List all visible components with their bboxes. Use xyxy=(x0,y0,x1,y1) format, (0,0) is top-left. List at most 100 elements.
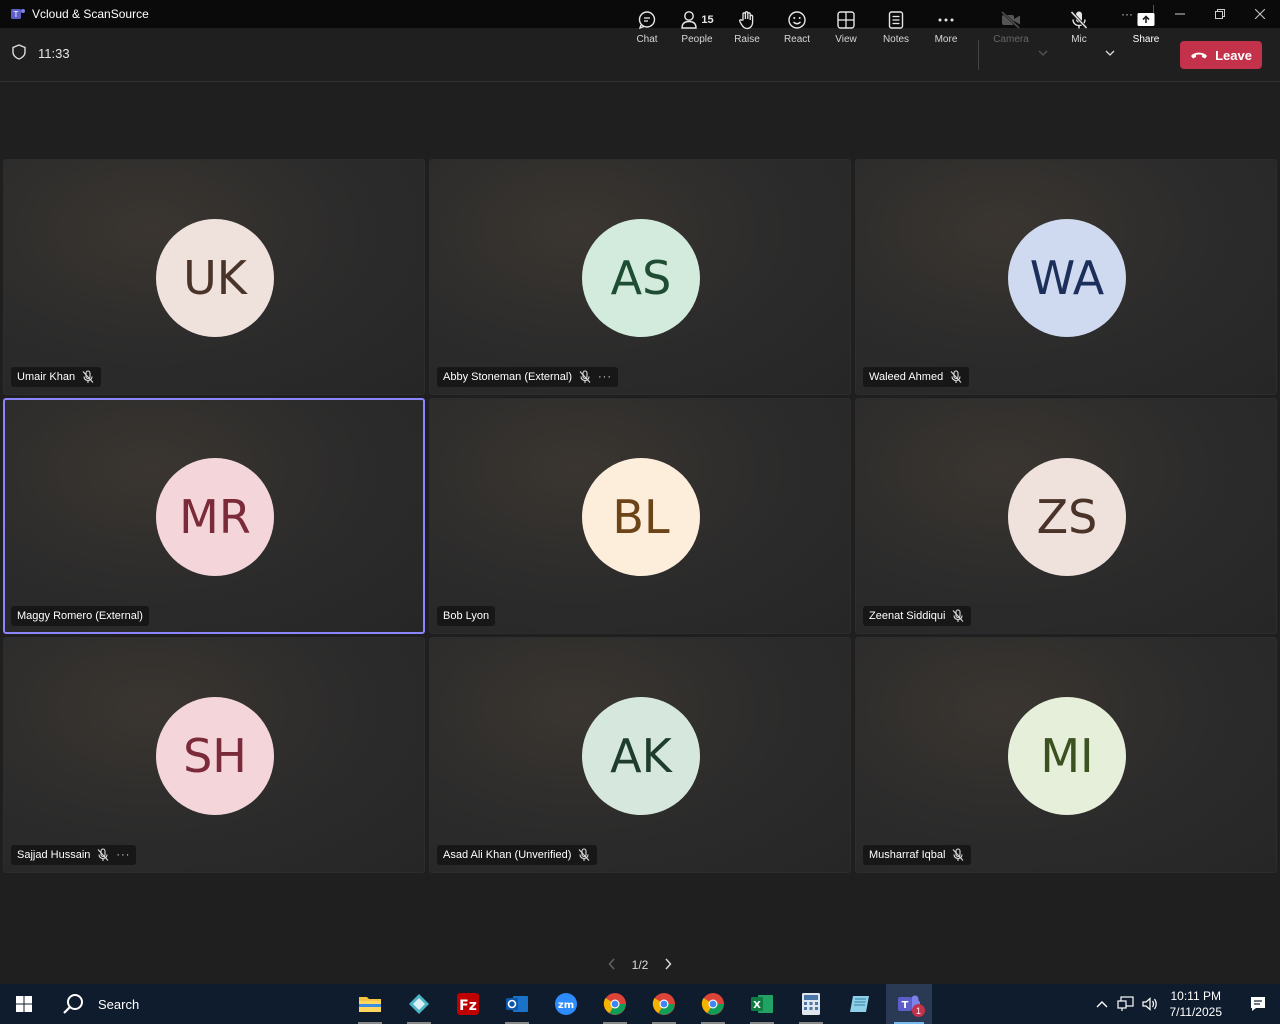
avatar: MI xyxy=(1008,697,1126,815)
chrome-icon[interactable] xyxy=(592,984,638,1024)
raise-label: Raise xyxy=(734,34,760,45)
nameplate: Bob Lyon xyxy=(437,606,496,626)
next-page-chevron-icon[interactable] xyxy=(664,958,672,973)
clock-date: 7/11/2025 xyxy=(1169,1005,1223,1019)
chat-button[interactable]: Chat xyxy=(622,8,672,45)
chevron-up-icon[interactable] xyxy=(1090,1000,1114,1008)
share-screen-icon xyxy=(1136,8,1156,32)
camera-options-chevron-icon[interactable] xyxy=(1036,46,1050,60)
participant-name: Umair Khan xyxy=(17,371,76,383)
people-icon-wrap: 15 xyxy=(680,8,714,32)
teams-app-icon: T xyxy=(10,6,26,22)
participant-more-icon[interactable]: ··· xyxy=(116,849,130,861)
participant-tile[interactable]: UK Umair Khan xyxy=(3,159,425,395)
share-button[interactable]: Share xyxy=(1121,8,1171,45)
start-button[interactable] xyxy=(0,984,48,1024)
mic-muted-icon xyxy=(949,370,963,384)
nameplate: Umair Khan xyxy=(11,367,102,387)
chrome-icon[interactable] xyxy=(641,984,687,1024)
people-button[interactable]: 15 People xyxy=(672,8,722,45)
avatar: SH xyxy=(156,697,274,815)
mic-muted-icon xyxy=(951,848,965,862)
close-button[interactable] xyxy=(1240,0,1280,28)
participant-more-icon[interactable]: ··· xyxy=(598,371,612,383)
previous-page-chevron-icon[interactable] xyxy=(608,958,616,973)
restore-button[interactable] xyxy=(1200,0,1240,28)
svg-text:X: X xyxy=(753,1000,761,1011)
participant-name: Maggy Romero (External) xyxy=(17,610,143,622)
calculator-icon[interactable] xyxy=(788,984,834,1024)
speaker-icon[interactable] xyxy=(1138,996,1162,1012)
gallery-pager: 1/2 xyxy=(608,955,672,975)
leave-button[interactable]: Leave xyxy=(1180,41,1262,69)
mic-muted-icon xyxy=(578,370,592,384)
participant-tile[interactable]: MI Musharraf Iqbal xyxy=(855,637,1277,873)
participant-tile[interactable]: BL Bob Lyon xyxy=(429,398,851,634)
nameplate: Maggy Romero (External) xyxy=(11,606,149,626)
search-label: Search xyxy=(98,996,140,1012)
more-dots-icon xyxy=(936,8,956,32)
participant-tile[interactable]: AK Asad Ali Khan (Unverified) xyxy=(429,637,851,873)
notification-badge: 1 xyxy=(912,1004,925,1017)
svg-text:T: T xyxy=(13,10,19,19)
people-icon xyxy=(681,11,698,29)
view-label: View xyxy=(835,34,857,45)
mic-muted-icon xyxy=(951,609,965,623)
camera-off-icon xyxy=(1000,8,1022,32)
taskbar-clock[interactable]: 10:11 PM 7/11/2025 xyxy=(1170,988,1223,1020)
avatar: AS xyxy=(582,219,700,337)
participant-tile-active-speaker[interactable]: MR Maggy Romero (External) xyxy=(3,398,425,634)
svg-text:T: T xyxy=(902,1000,909,1011)
system-tray: 10:11 PM 7/11/2025 xyxy=(1090,984,1280,1024)
avatar: UK xyxy=(156,219,274,337)
participant-name: Sajjad Hussain xyxy=(17,849,91,861)
view-button[interactable]: View xyxy=(821,8,871,45)
shield-icon xyxy=(12,44,26,63)
avatar: ZS xyxy=(1008,458,1126,576)
more-label: More xyxy=(934,34,958,45)
participant-name: Musharraf Iqbal xyxy=(869,849,946,861)
avatar: WA xyxy=(1008,219,1126,337)
more-button[interactable]: More xyxy=(921,8,971,45)
notepad-icon[interactable] xyxy=(837,984,883,1024)
mic-muted-icon xyxy=(577,848,591,862)
notes-icon xyxy=(887,8,905,32)
participant-name: Waleed Ahmed xyxy=(869,371,944,383)
participant-tile[interactable]: ZS Zeenat Siddiqui xyxy=(855,398,1277,634)
participant-tile[interactable]: AS Abby Stoneman (External) ··· xyxy=(429,159,851,395)
taskbar-search[interactable]: Search xyxy=(62,993,139,1015)
nameplate: Zeenat Siddiqui xyxy=(863,606,972,626)
mic-button[interactable]: Mic xyxy=(1054,8,1104,45)
windows-logo-icon xyxy=(16,996,32,1012)
nameplate: Asad Ali Khan (Unverified) xyxy=(437,845,598,865)
mic-muted-icon xyxy=(81,370,95,384)
react-label: React xyxy=(783,34,811,45)
chat-icon xyxy=(637,8,657,32)
filezilla-icon[interactable]: Fz xyxy=(445,984,491,1024)
network-icon[interactable] xyxy=(1114,996,1138,1012)
zoom-icon[interactable]: zm xyxy=(543,984,589,1024)
page-indicator: 1/2 xyxy=(631,958,649,972)
excel-icon[interactable]: X xyxy=(739,984,785,1024)
react-button[interactable]: React xyxy=(772,8,822,45)
avatar: BL xyxy=(582,458,700,576)
participant-name: Abby Stoneman (External) xyxy=(443,371,573,383)
teams-taskbar-icon[interactable]: T 1 xyxy=(886,984,932,1024)
raise-button[interactable]: Raise xyxy=(722,8,772,45)
participant-name: Zeenat Siddiqui xyxy=(869,610,946,622)
chrome-icon[interactable] xyxy=(690,984,736,1024)
notes-label: Notes xyxy=(882,34,910,45)
outlook-icon[interactable] xyxy=(494,984,540,1024)
participant-name: Bob Lyon xyxy=(443,610,490,622)
mic-options-chevron-icon[interactable] xyxy=(1103,46,1117,60)
nameplate: Musharraf Iqbal xyxy=(863,845,972,865)
notifications-icon[interactable] xyxy=(1236,995,1280,1013)
participant-tile[interactable]: SH Sajjad Hussain ··· xyxy=(3,637,425,873)
app-diamond-icon[interactable] xyxy=(396,984,442,1024)
camera-button[interactable]: Camera xyxy=(986,8,1036,45)
windows-taskbar: Search Fz zm X T 1 10:11 PM 7/11/2025 xyxy=(0,984,1280,1024)
participant-tile[interactable]: WA Waleed Ahmed xyxy=(855,159,1277,395)
nameplate: Abby Stoneman (External) ··· xyxy=(437,367,619,387)
notes-button[interactable]: Notes xyxy=(871,8,921,45)
file-explorer-icon[interactable] xyxy=(347,984,393,1024)
